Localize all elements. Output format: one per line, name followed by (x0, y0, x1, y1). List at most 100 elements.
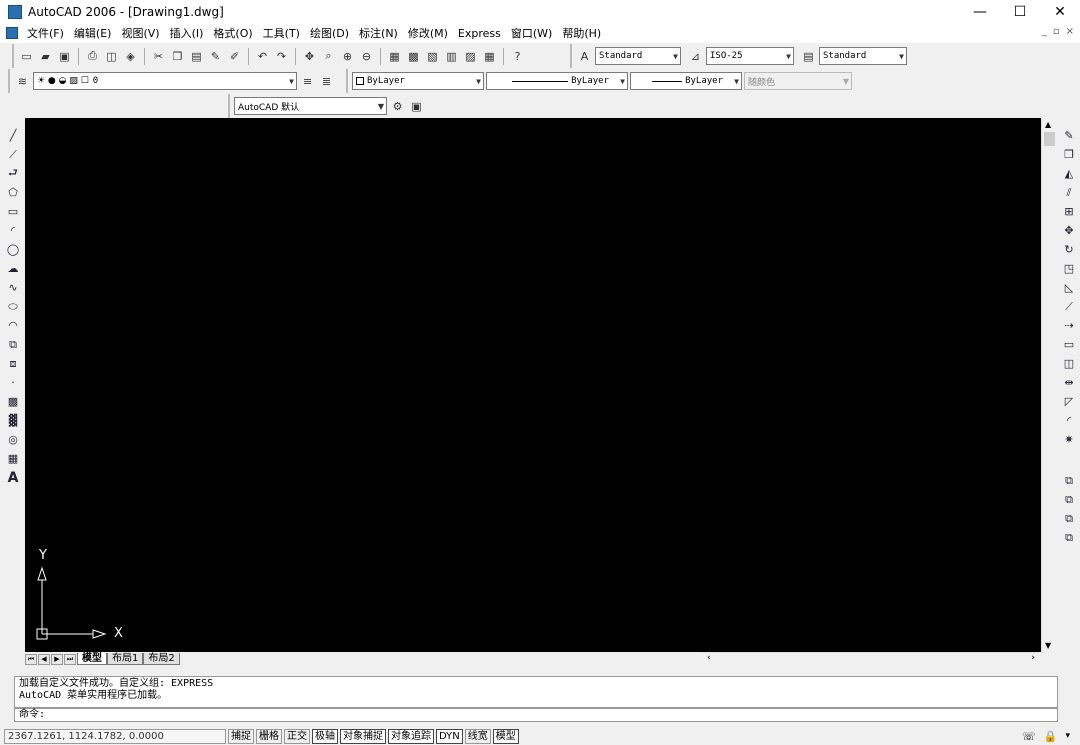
plot-icon[interactable]: ⎙ (84, 48, 101, 65)
properties-icon[interactable]: ▦ (386, 48, 403, 65)
rectangle-icon[interactable]: ▭ (4, 203, 22, 220)
close-button[interactable]: ✕ (1040, 0, 1080, 23)
menu-draw[interactable]: 绘图(D) (305, 25, 354, 41)
break-at-point-icon[interactable]: ▭ (1060, 336, 1078, 353)
minimize-button[interactable]: — (960, 0, 1000, 23)
publish-icon[interactable]: ◈ (122, 48, 139, 65)
insert-block-icon[interactable]: ⧉ (4, 336, 22, 353)
comm-center-icon[interactable]: ☏ (1022, 730, 1036, 743)
lock-icon[interactable]: 🔒 (1044, 730, 1058, 743)
save-icon[interactable]: ▣ (56, 48, 73, 65)
menu-file[interactable]: 文件(F) (22, 25, 69, 41)
lineweight-toggle[interactable]: 线宽 (464, 728, 491, 744)
menu-express[interactable]: Express (453, 27, 506, 40)
copy-icon[interactable]: ❐ (169, 48, 186, 65)
multiline-text-icon[interactable]: A (4, 469, 22, 486)
sheet-set-icon[interactable]: ▥ (443, 48, 460, 65)
drawing-canvas[interactable]: Y X (25, 118, 1041, 652)
chamfer-icon[interactable]: ◸ (1060, 393, 1078, 410)
text-style-select[interactable]: Standard ▼ (595, 47, 681, 65)
make-layer-current-icon[interactable]: ≡ (299, 73, 316, 90)
make-block-icon[interactable]: ⧈ (4, 355, 22, 372)
ellipse-icon[interactable]: ⬭ (4, 298, 22, 315)
osnap-toggle[interactable]: 对象捕捉 (340, 728, 386, 744)
scroll-up-icon[interactable]: ▲ (1045, 120, 1051, 129)
point-icon[interactable]: · (4, 374, 22, 391)
tab-model[interactable]: 模型 (77, 653, 107, 665)
move-icon[interactable]: ✥ (1060, 222, 1078, 239)
tab-layout1[interactable]: 布局1 (107, 653, 144, 665)
status-menu-icon[interactable]: ▾ (1065, 731, 1070, 741)
zoom-window-icon[interactable]: ⊕ (339, 48, 356, 65)
grid-toggle[interactable]: 栅格 (256, 728, 282, 744)
arc-icon[interactable]: ◜ (4, 222, 22, 239)
circle-icon[interactable]: ◯ (4, 241, 22, 258)
calculator-icon[interactable]: ▦ (481, 48, 498, 65)
rotate-icon[interactable]: ↻ (1060, 241, 1078, 258)
table-icon[interactable]: ▦ (4, 450, 22, 467)
hatch-icon[interactable]: ▩ (4, 393, 22, 410)
doc-close-button[interactable]: × (1066, 26, 1074, 37)
explode-icon[interactable]: ✷ (1060, 431, 1078, 448)
trim-icon[interactable]: ⟋ (1060, 298, 1078, 315)
gradient-icon[interactable]: ▓ (4, 412, 22, 429)
design-center-icon[interactable]: ▩ (405, 48, 422, 65)
prev-tab-icon[interactable]: ◀ (38, 653, 50, 665)
last-tab-icon[interactable]: ⏭ (64, 653, 76, 665)
layer-previous-icon[interactable]: ≣ (318, 73, 335, 90)
block-editor-icon[interactable]: ✐ (226, 48, 243, 65)
doc-restore-button[interactable]: ▫ (1053, 26, 1060, 37)
menu-format[interactable]: 格式(O) (208, 25, 257, 41)
join-icon[interactable]: ⇹ (1060, 374, 1078, 391)
autocad-app-icon[interactable] (8, 4, 22, 19)
scroll-right-icon[interactable]: › (1031, 653, 1035, 663)
menu-modify[interactable]: 修改(M) (403, 25, 453, 41)
linetype-select[interactable]: ByLayer ▼ (486, 72, 628, 90)
dim-style-select[interactable]: ISO-25 ▼ (706, 47, 794, 65)
text-style-icon[interactable]: A (576, 48, 593, 65)
zoom-previous-icon[interactable]: ⊖ (358, 48, 375, 65)
scroll-left-icon[interactable]: ‹ (707, 653, 711, 663)
workspace-settings-icon[interactable]: ⚙ (389, 98, 406, 115)
stretch-icon[interactable]: ◺ (1060, 279, 1078, 296)
menu-dimension[interactable]: 标注(N) (354, 25, 403, 41)
break-icon[interactable]: ◫ (1060, 355, 1078, 372)
send-under-icon[interactable]: ⧉ (1060, 529, 1078, 546)
copy-object-icon[interactable]: ❐ (1060, 146, 1078, 163)
tool-palettes-icon[interactable]: ▧ (424, 48, 441, 65)
erase-icon[interactable]: ✎ (1060, 127, 1078, 144)
line-icon[interactable]: ╱ (4, 127, 22, 144)
construction-line-icon[interactable]: ⟋ (4, 146, 22, 163)
scroll-thumb[interactable] (1044, 132, 1055, 146)
new-icon[interactable]: ▭ (18, 48, 35, 65)
menu-tools[interactable]: 工具(T) (258, 25, 305, 41)
document-icon[interactable] (6, 27, 18, 39)
send-to-back-icon[interactable]: ⧉ (1060, 491, 1078, 508)
spline-icon[interactable]: ∿ (4, 279, 22, 296)
table-style-icon[interactable]: ▤ (800, 48, 817, 65)
otrack-toggle[interactable]: 对象追踪 (388, 728, 434, 744)
offset-icon[interactable]: ⫽ (1060, 184, 1078, 201)
polyline-icon[interactable]: ⮐ (4, 165, 22, 182)
cut-icon[interactable]: ✂ (150, 48, 167, 65)
tab-layout2[interactable]: 布局2 (143, 653, 180, 665)
dyn-toggle[interactable]: DYN (436, 728, 463, 744)
vertical-scrollbar[interactable]: ▲ ▼ (1041, 118, 1056, 652)
save-workspace-icon[interactable]: ▣ (408, 98, 425, 115)
plot-preview-icon[interactable]: ◫ (103, 48, 120, 65)
ellipse-arc-icon[interactable]: ◠ (4, 317, 22, 334)
bring-to-front-icon[interactable]: ⧉ (1060, 472, 1078, 489)
ortho-toggle[interactable]: 正交 (284, 728, 310, 744)
doc-minimize-button[interactable]: _ (1042, 26, 1047, 37)
lineweight-select[interactable]: ByLayer ▼ (630, 72, 742, 90)
dim-style-icon[interactable]: ⊿ (687, 48, 704, 65)
array-icon[interactable]: ⊞ (1060, 203, 1078, 220)
revision-cloud-icon[interactable]: ☁ (4, 260, 22, 277)
undo-icon[interactable]: ↶ (254, 48, 271, 65)
color-select[interactable]: ByLayer ▼ (352, 72, 484, 90)
horizontal-scrollbar[interactable]: ‹ › (701, 652, 1039, 665)
polar-toggle[interactable]: 极轴 (312, 728, 338, 744)
menu-view[interactable]: 视图(V) (116, 25, 164, 41)
scale-icon[interactable]: ◳ (1060, 260, 1078, 277)
mirror-icon[interactable]: ◭ (1060, 165, 1078, 182)
